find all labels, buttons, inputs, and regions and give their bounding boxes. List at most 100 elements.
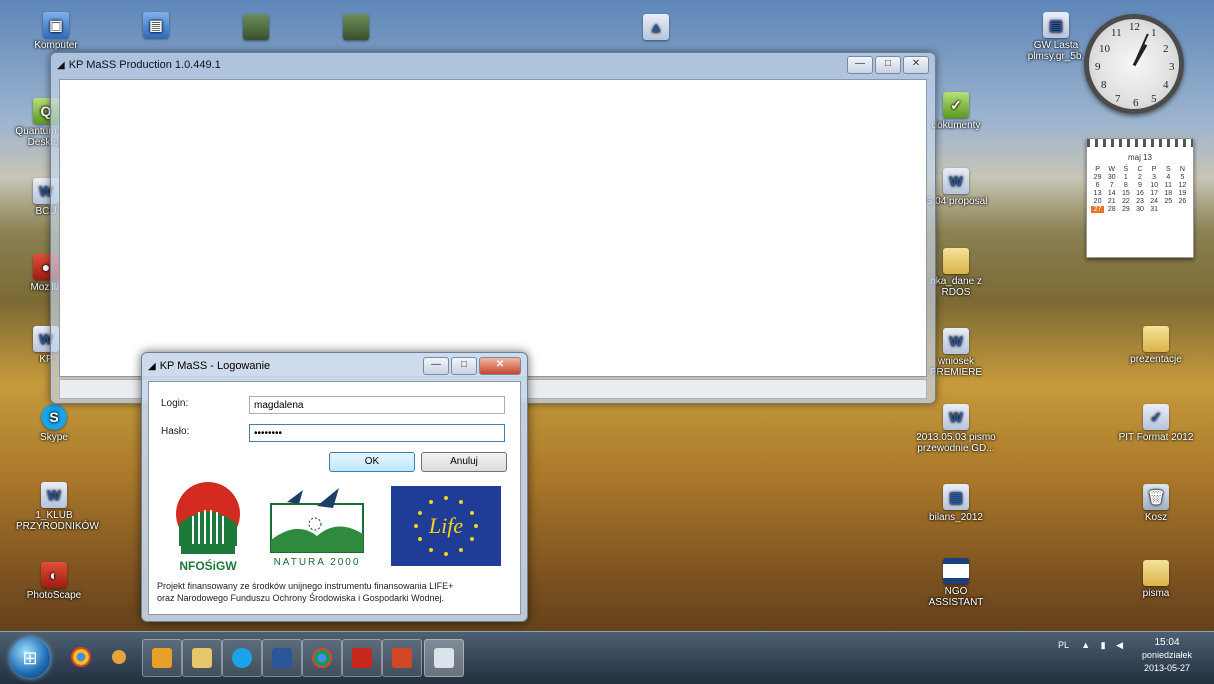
desktop-icon-gw[interactable]: ▤ GW Lasta plmsy.gr_5b. xyxy=(1018,12,1094,62)
desktop-icon-top-1[interactable]: ▤ xyxy=(118,12,194,40)
taskbar-powerpoint[interactable] xyxy=(142,639,182,677)
desktop-icon-ngo[interactable]: NGO ASSISTANT xyxy=(918,558,994,608)
taskbar-chrome-2[interactable] xyxy=(302,639,342,677)
calendar-day[interactable]: 2 xyxy=(1133,174,1146,181)
taskbar-acrobat[interactable] xyxy=(342,639,382,677)
network-icon[interactable]: ▮ xyxy=(1101,640,1106,650)
calendar-day[interactable]: 8 xyxy=(1119,182,1132,189)
calendar-day[interactable]: 29 xyxy=(1091,174,1104,181)
taskbar-skype[interactable] xyxy=(222,639,262,677)
calendar-day[interactable]: 22 xyxy=(1119,198,1132,205)
clock-number: 8 xyxy=(1101,79,1107,91)
taskbar-word[interactable] xyxy=(262,639,302,677)
login-label: Login: xyxy=(161,398,189,409)
calendar-day[interactable]: 3 xyxy=(1148,174,1161,181)
clock-number: 12 xyxy=(1129,21,1140,33)
minimize-button[interactable]: — xyxy=(423,357,449,375)
calendar-gadget[interactable]: maj 13 P W Ś C P S N 29 30 1 2 3 4 5 6 7 8 9 10 11 12 13 14 15 1… xyxy=(1086,138,1194,258)
desktop-icon-kosz[interactable]: 🗑 Kosz xyxy=(1118,484,1194,523)
start-button[interactable]: ⊞ xyxy=(10,638,50,678)
clock-number: 3 xyxy=(1169,61,1175,73)
calendar-day[interactable]: 26 xyxy=(1176,198,1189,205)
desktop-icon-bilans[interactable]: ▦ bilans_2012 xyxy=(918,484,994,523)
powerpoint-icon xyxy=(392,648,412,668)
volume-icon[interactable]: ◀ xyxy=(1116,640,1123,650)
calendar-day[interactable]: 28 xyxy=(1105,206,1118,213)
desktop-icon-top-2[interactable] xyxy=(218,14,294,42)
calendar-day[interactable]: 11 xyxy=(1162,182,1175,189)
desktop-icon-top-4[interactable]: ▲ xyxy=(618,14,694,42)
minimize-button[interactable]: — xyxy=(847,56,873,74)
show-hidden-icons[interactable]: ▲ xyxy=(1081,640,1090,650)
desktop-icon-pit[interactable]: ✓ PIT Format 2012 xyxy=(1118,404,1194,443)
maximize-button[interactable]: □ xyxy=(451,357,477,375)
calendar-day[interactable]: 30 xyxy=(1105,174,1118,181)
taskbar-explorer[interactable] xyxy=(182,639,222,677)
calendar-day[interactable]: 24 xyxy=(1148,198,1161,205)
desktop-icon-label: PhotoScape xyxy=(26,590,82,601)
calendar-grid: P W Ś C P S N 29 30 1 2 3 4 5 6 7 8 9 10 11 12 13 14 15 16 17 18 19… xyxy=(1087,162,1193,218)
desktop-icon-photoscape[interactable]: ◐ PhotoScape xyxy=(16,562,92,601)
desktop-icon-klub[interactable]: W 1_KLUB PRZYRODNIKÓW xyxy=(16,482,99,532)
calendar-day[interactable]: 19 xyxy=(1176,190,1189,197)
calendar-day[interactable]: 7 xyxy=(1105,182,1118,189)
calendar-day[interactable]: 16 xyxy=(1133,190,1146,197)
login-dialog[interactable]: ◢ KP MaSS - Logowanie — □ ✕ Login: Hasło… xyxy=(141,352,528,622)
desktop-icon-pismo[interactable]: W 2013.05.03 pismo przewodnie GD... xyxy=(910,404,1002,454)
powerpoint-icon xyxy=(152,648,172,668)
calendar-weekday: P xyxy=(1095,166,1100,173)
app-icon: ◢ xyxy=(148,360,156,372)
maximize-button[interactable]: □ xyxy=(875,56,901,74)
calendar-day[interactable]: 15 xyxy=(1119,190,1132,197)
calendar-day[interactable]: 10 xyxy=(1148,182,1161,189)
desktop-icon-label: Komputer xyxy=(34,40,78,51)
close-button[interactable]: ✕ xyxy=(903,56,929,74)
taskbar-powerpoint-2[interactable] xyxy=(382,639,422,677)
calendar-day[interactable]: 1 xyxy=(1119,174,1132,181)
calendar-day[interactable]: 6 xyxy=(1091,182,1104,189)
desktop-icon-prezentacje[interactable]: prezentacje xyxy=(1118,326,1194,365)
calendar-day[interactable]: 25 xyxy=(1162,198,1175,205)
pit-icon: ✓ xyxy=(1143,404,1169,430)
taskbar-app-2[interactable] xyxy=(100,639,138,675)
calendar-day[interactable]: 23 xyxy=(1133,198,1146,205)
calendar-day[interactable]: 13 xyxy=(1091,190,1104,197)
calendar-weekday: W xyxy=(1108,166,1116,173)
clock-gadget[interactable]: 12 1 2 3 4 5 6 7 8 9 10 11 xyxy=(1084,14,1184,114)
desktop-icon-komputer[interactable]: ▣ Komputer xyxy=(18,12,94,51)
calendar-day[interactable]: 18 xyxy=(1162,190,1175,197)
folder-icon xyxy=(1143,326,1169,352)
desktop-icon-pisma[interactable]: pisma xyxy=(1118,560,1194,599)
calendar-day[interactable]: 31 xyxy=(1148,206,1161,213)
close-button[interactable]: ✕ xyxy=(479,357,521,375)
calendar-day[interactable]: 20 xyxy=(1091,198,1104,205)
calendar-day[interactable]: 12 xyxy=(1176,182,1189,189)
login-dialog-titlebar[interactable]: ◢ KP MaSS - Logowanie — □ ✕ xyxy=(142,353,527,379)
calendar-day[interactable]: 21 xyxy=(1105,198,1118,205)
calendar-day[interactable]: 29 xyxy=(1119,206,1132,213)
clock-number: 9 xyxy=(1095,61,1101,73)
desktop-icon-skype[interactable]: S Skype xyxy=(16,404,92,443)
calendar-day[interactable]: 14 xyxy=(1105,190,1118,197)
language-indicator[interactable]: PL xyxy=(1058,640,1069,650)
folder-icon xyxy=(943,248,969,274)
calendar-day[interactable]: 5 xyxy=(1176,174,1189,181)
main-window-client-area xyxy=(59,79,927,377)
login-input[interactable] xyxy=(249,396,505,414)
calendar-day[interactable]: 30 xyxy=(1133,206,1146,213)
desktop-icon-label: 2013.05.03 pismo przewodnie GD... xyxy=(916,432,996,454)
main-window-titlebar[interactable]: ◢ KP MaSS Production 1.0.449.1 — □ ✕ xyxy=(51,53,935,77)
desktop-icon-label: pisma xyxy=(1142,588,1170,599)
folder-icon xyxy=(192,648,212,668)
ok-button[interactable]: OK xyxy=(329,452,415,472)
calendar-day[interactable]: 4 xyxy=(1162,174,1175,181)
cancel-button[interactable]: Anuluj xyxy=(421,452,507,472)
calendar-day[interactable]: 9 xyxy=(1133,182,1146,189)
password-input[interactable] xyxy=(249,424,505,442)
calendar-day[interactable]: 27 xyxy=(1091,206,1105,213)
taskbar-clock[interactable]: 15:04 poniedziałek 2013-05-27 xyxy=(1128,636,1206,675)
calendar-day[interactable]: 17 xyxy=(1148,190,1161,197)
taskbar-kpmass[interactable] xyxy=(424,639,464,677)
taskbar-chrome[interactable] xyxy=(62,639,100,675)
desktop-icon-top-3[interactable] xyxy=(318,14,394,42)
